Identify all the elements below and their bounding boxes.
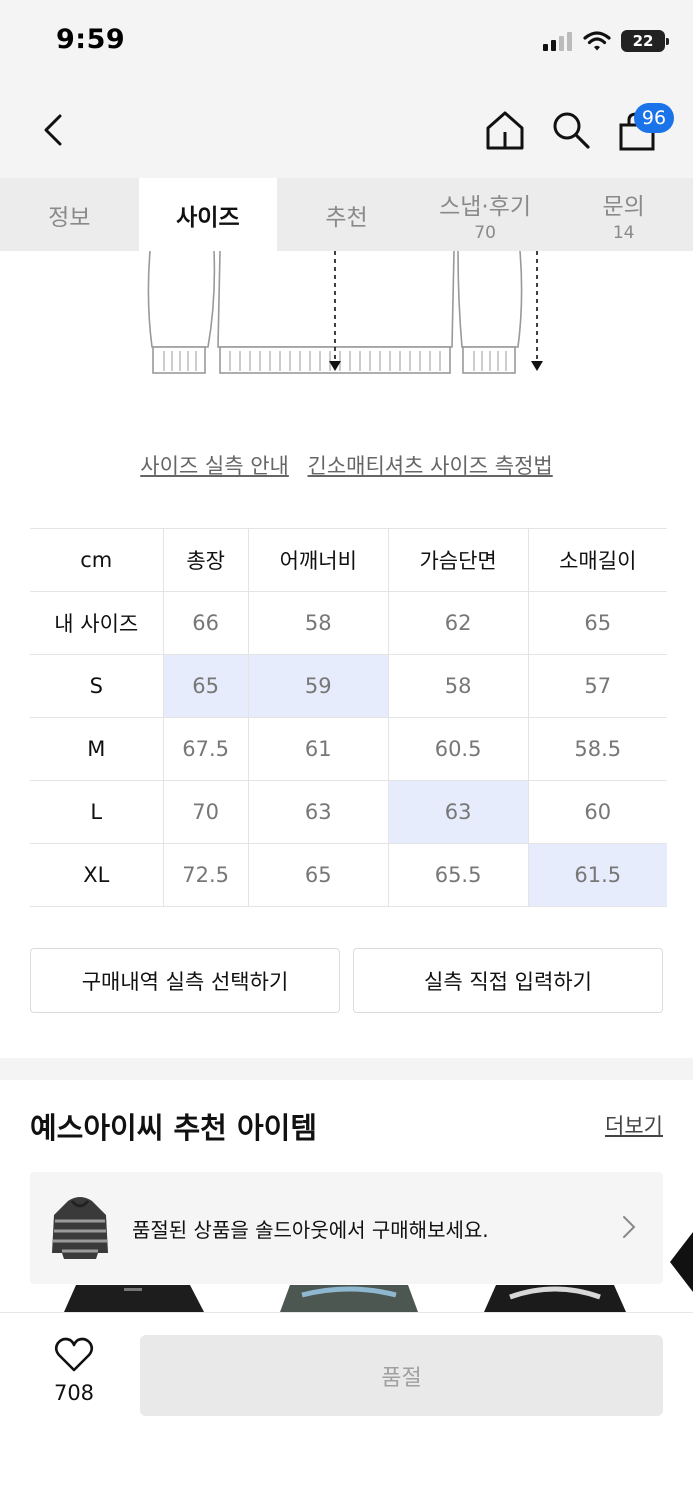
table-header-cell: 소매길이 — [528, 528, 667, 592]
table-cell: 65 — [248, 843, 389, 907]
table-row: 내 사이즈 66 58 62 65 — [30, 591, 667, 655]
table-cell-highlighted: 65 — [163, 654, 249, 718]
table-cell: 61 — [248, 717, 389, 781]
table-header-row: cm 총장 어깨너비 가슴단면 소매길이 — [30, 528, 667, 592]
table-header-cell: cm — [30, 528, 164, 592]
size-guide-link[interactable]: 사이즈 실측 안내 — [140, 454, 289, 478]
table-cell: 58.5 — [528, 717, 667, 781]
garment-measurement-diagram — [147, 251, 543, 374]
tab-snap-review[interactable]: 스냅·후기 70 — [416, 178, 555, 251]
product-thumbnail[interactable] — [480, 1285, 630, 1312]
tab-inquiry[interactable]: 문의 14 — [554, 178, 693, 251]
tab-snap-review-count: 70 — [474, 222, 496, 243]
status-time: 9:59 — [56, 24, 126, 55]
status-bar: 9:59 22 — [0, 0, 693, 88]
table-cell: 70 — [163, 780, 249, 844]
tab-snap-review-label: 스냅·후기 — [439, 193, 532, 220]
table-row: M 67.5 61 60.5 58.5 — [30, 717, 667, 781]
next-carousel-item-edge — [670, 1232, 693, 1292]
table-cell: 72.5 — [163, 843, 249, 907]
see-more-link[interactable]: 더보기 — [605, 1110, 663, 1140]
table-cell: 58 — [388, 654, 529, 718]
table-row: S 65 59 58 57 — [30, 654, 667, 718]
table-cell: 65.5 — [388, 843, 529, 907]
table-cell: 60 — [528, 780, 667, 844]
tab-inquiry-count: 14 — [612, 222, 635, 243]
like-count: 708 — [53, 1381, 95, 1405]
home-icon[interactable] — [484, 108, 526, 152]
table-row: L 70 63 63 60 — [30, 780, 667, 844]
table-row-label: S — [30, 654, 164, 718]
tab-inquiry-label: 문의 — [602, 193, 645, 220]
tab-size[interactable]: 사이즈 — [138, 178, 278, 251]
table-header-cell: 어깨너비 — [248, 528, 389, 592]
table-cell: 63 — [248, 780, 389, 844]
table-cell-highlighted: 63 — [388, 780, 529, 844]
recommend-section-title: 예스아이씨 추천 아이템 — [30, 1111, 317, 1145]
battery-icon: 22 — [621, 30, 669, 52]
table-cell-highlighted: 59 — [248, 654, 389, 718]
direct-input-button[interactable]: 실측 직접 입력하기 — [353, 948, 663, 1013]
soldout-banner[interactable]: 품절된 상품을 솔드아웃에서 구매해보세요. — [30, 1172, 663, 1284]
tab-size-label: 사이즈 — [176, 204, 240, 231]
table-cell: 67.5 — [163, 717, 249, 781]
section-divider — [0, 1058, 693, 1080]
measure-method-link[interactable]: 긴소매티셔츠 사이즈 측정법 — [308, 454, 553, 478]
table-cell: 58 — [248, 591, 389, 655]
tab-bar: 정보 사이즈 추천 스냅·후기 70 문의 14 — [0, 178, 693, 251]
size-table: cm 총장 어깨너비 가슴단면 소매길이 내 사이즈 66 58 62 65 S… — [30, 528, 667, 907]
soldout-banner-text: 품절된 상품을 솔드아웃에서 구매해보세요. — [132, 1217, 489, 1242]
bottom-action-bar: 708 품절 — [0, 1312, 693, 1500]
table-cell: 57 — [528, 654, 667, 718]
tab-info[interactable]: 정보 — [0, 178, 139, 251]
tab-recommend[interactable]: 추천 — [277, 178, 416, 251]
select-from-purchase-history-button[interactable]: 구매내역 실측 선택하기 — [30, 948, 340, 1013]
size-guide-links: 사이즈 실측 안내 긴소매티셔츠 사이즈 측정법 — [0, 450, 693, 480]
chevron-right-icon — [623, 1216, 636, 1238]
status-icons: 22 — [543, 30, 669, 52]
tab-recommend-label: 추천 — [325, 204, 368, 231]
table-cell: 60.5 — [388, 717, 529, 781]
signal-icon — [543, 32, 572, 51]
back-arrow-icon[interactable] — [36, 108, 76, 152]
heart-icon — [54, 1337, 94, 1372]
table-header-cell: 가슴단면 — [388, 528, 529, 592]
sold-out-button[interactable]: 품절 — [140, 1335, 663, 1416]
wifi-icon — [583, 31, 611, 51]
recommended-products-row — [30, 1285, 663, 1312]
table-cell: 65 — [528, 591, 667, 655]
table-row-label: M — [30, 717, 164, 781]
search-icon[interactable] — [550, 108, 592, 152]
table-cell: 62 — [388, 591, 529, 655]
table-cell-highlighted: 61.5 — [528, 843, 667, 907]
cart-count-badge: 96 — [634, 103, 674, 133]
table-row-label: L — [30, 780, 164, 844]
product-thumbnail[interactable] — [58, 1285, 208, 1312]
striped-hoodie-thumbnail — [52, 1197, 108, 1259]
tab-info-label: 정보 — [48, 204, 91, 231]
app-header — [0, 88, 693, 178]
product-thumbnail[interactable] — [274, 1285, 424, 1312]
table-row-label: XL — [30, 843, 164, 907]
table-header-cell: 총장 — [163, 528, 249, 592]
table-row-label: 내 사이즈 — [30, 591, 164, 655]
table-row: XL 72.5 65 65.5 61.5 — [30, 843, 667, 907]
like-button[interactable]: 708 — [34, 1337, 114, 1417]
table-cell: 66 — [163, 591, 249, 655]
